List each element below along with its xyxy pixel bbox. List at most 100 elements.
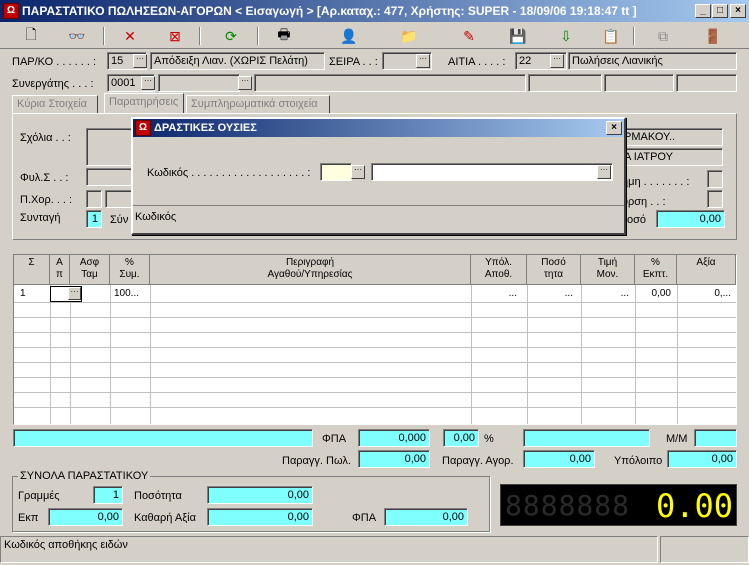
poso-field[interactable]: 0,00 xyxy=(656,210,725,228)
row-apoth: ... xyxy=(508,288,517,299)
synergatis-extra-field xyxy=(254,74,526,92)
ursi-label: υρση . . : xyxy=(622,196,666,208)
seira-label: ΣΕΙΡΑ . . : xyxy=(329,56,378,68)
synergatis-lookup-button[interactable]: ··· xyxy=(141,76,155,90)
status-text: Κωδικός αποθήκης ειδών xyxy=(0,536,658,563)
fyl-label: Φυλ.Σ . . : xyxy=(20,172,69,184)
mm-label: Μ/Μ xyxy=(666,433,688,445)
row-timi: ... xyxy=(620,288,629,299)
grid-header-ap[interactable]: Α π xyxy=(50,255,70,285)
window-title: ΠΑΡΑΣΤΑΤΙΚΟ ΠΩΛΗΣΕΩΝ-ΑΓΟΡΩΝ < Εισαγωγή >… xyxy=(22,4,637,18)
print-icon[interactable]: 🖶 xyxy=(271,25,297,47)
kodikos-lookup-button[interactable]: ··· xyxy=(351,165,365,179)
led-total-display: 8888888 0.00 xyxy=(500,484,737,526)
grid-header-asf[interactable]: Ασφ Ταμ xyxy=(70,255,110,285)
parag-agor-label: Παραγγ. Αγορ. xyxy=(442,455,514,467)
row-s: 1 xyxy=(20,288,26,299)
person-icon[interactable]: 👤 xyxy=(336,25,362,47)
refresh-icon[interactable]: ⟳ xyxy=(218,25,244,47)
synergatis-desc-field xyxy=(158,74,240,92)
ypoloipo-field: 0,00 xyxy=(667,450,737,468)
download-arrow-icon[interactable]: ⇩ xyxy=(553,25,579,47)
fpa-field: 0,000 xyxy=(358,429,430,447)
parag-pol-field: 0,00 xyxy=(358,450,430,468)
tab-supplementary[interactable]: Συμπληρωματικά στοιχεία xyxy=(186,95,330,114)
synergatis-label: Συνεργάτης . . . : xyxy=(12,78,94,90)
items-grid[interactable]: Σ Α π Ασφ Ταμ % Συμ. Περιγραφή Αγαθού/Υπ… xyxy=(13,254,737,425)
extra-field-2 xyxy=(604,74,674,92)
led-inactive-digits: 8888888 xyxy=(505,489,631,522)
minimize-button[interactable]: _ xyxy=(695,4,711,18)
pxor-field[interactable] xyxy=(86,190,102,208)
extra-field-3 xyxy=(676,74,737,92)
new-document-icon[interactable]: 🗋 xyxy=(18,25,44,47)
grid-header-axia[interactable]: Αξία xyxy=(677,255,736,285)
drastikes-ousies-dialog: Ω ΔΡΑΣΤΙΚΕΣ ΟΥΣΙΕΣ × Κωδικός . . . . . .… xyxy=(131,117,626,235)
sxolia-field[interactable] xyxy=(86,128,136,166)
delete-icon[interactable]: ✕ xyxy=(117,25,143,47)
parko-desc-field: Απόδειξη Λιαν. (ΧΩΡΙΣ Πελάτη) xyxy=(150,52,325,70)
posotita-field: 0,00 xyxy=(207,486,313,504)
row-posotita: ... xyxy=(564,288,573,299)
summary-title: ΣΥΝΟΛΑ ΠΑΡΑΣΤΑΤΙΚΟΥ xyxy=(18,470,151,482)
fyl-field[interactable] xyxy=(86,168,136,186)
dialog-title-bar: Ω ΔΡΑΣΤΙΚΕΣ ΟΥΣΙΕΣ × xyxy=(133,119,624,137)
parko-label: ΠΑΡ/ΚΟ . . . . . . : xyxy=(12,56,97,68)
syn-label: Σύν xyxy=(110,214,129,226)
dialog-title: ΔΡΑΣΤΙΚΕΣ ΟΥΣΙΕΣ xyxy=(154,122,257,134)
seira-lookup-button[interactable]: ··· xyxy=(416,54,430,68)
dialog-close-button[interactable]: × xyxy=(606,121,622,135)
dialog-status-text: Κωδικός xyxy=(135,211,177,223)
ekp-field: 0,00 xyxy=(48,508,123,526)
grid-header-s[interactable]: Σ xyxy=(14,255,50,285)
fpa-pct-field: 0,00 xyxy=(443,429,479,447)
folder-icon[interactable]: 📁 xyxy=(396,25,422,47)
grid-header-timi[interactable]: Τιμή Μον. xyxy=(581,255,635,285)
kodikos-desc-field xyxy=(371,163,613,181)
row-ap-lookup-button[interactable]: ··· xyxy=(68,287,81,300)
imi-field[interactable] xyxy=(707,170,723,188)
paste-icon[interactable]: 📋 xyxy=(598,25,624,47)
save-icon[interactable]: 💾 xyxy=(505,25,531,47)
sxolia-label: Σχόλια . . : xyxy=(20,132,71,144)
grid-header-sym[interactable]: % Συμ. xyxy=(110,255,150,285)
tab-notes[interactable]: Παρατηρήσεις xyxy=(104,93,184,114)
grid-header-ekpt[interactable]: % Εκπτ. xyxy=(635,255,677,285)
totals-extra-field xyxy=(523,429,650,447)
grammes-field: 1 xyxy=(93,486,123,504)
grid-header-posotita[interactable]: Ποσό τητα xyxy=(527,255,581,285)
imi-label: ημη . . . . . . . : xyxy=(622,176,690,188)
grid-header-perigrafi[interactable]: Περιγραφή Αγαθού/Υπηρεσίας xyxy=(150,255,471,285)
pct-label: % xyxy=(484,433,494,445)
kodikos-field[interactable] xyxy=(320,163,352,181)
binoculars-icon[interactable]: 👓 xyxy=(64,25,90,47)
synergatis-extra-button[interactable]: ··· xyxy=(238,76,252,90)
status-panel-2 xyxy=(660,536,749,563)
grammes-label: Γραμμές xyxy=(18,490,60,502)
syntagi-field[interactable]: 1 xyxy=(86,210,102,228)
maximize-button[interactable]: □ xyxy=(712,4,728,18)
copy-icon[interactable]: ⧉ xyxy=(650,25,676,47)
posotita-label: Ποσότητα xyxy=(134,490,182,502)
parko-lookup-button[interactable]: ··· xyxy=(133,54,147,68)
parag-agor-field: 0,00 xyxy=(523,450,595,468)
aitia-desc-field: Πωλήσεις Λιανικής xyxy=(568,52,737,70)
kathari-field: 0,00 xyxy=(207,508,313,526)
row-axia: 0,... xyxy=(714,288,731,299)
grid-header-ypol[interactable]: Υπόλ. Αποθ. xyxy=(471,255,527,285)
exit-icon[interactable]: 🚪 xyxy=(700,25,726,47)
aitia-lookup-button[interactable]: ··· xyxy=(550,54,564,68)
ursi-field[interactable] xyxy=(707,190,723,208)
poso-label: οσό xyxy=(627,214,647,226)
row-ekpt: 0,00 xyxy=(651,288,671,299)
parag-pol-label: Παραγγ. Πωλ. xyxy=(282,455,351,467)
extra-field-1 xyxy=(528,74,602,92)
kodikos-desc-lookup-button[interactable]: ··· xyxy=(597,165,611,179)
pen-icon[interactable]: ✎ xyxy=(456,25,482,47)
cancel-icon[interactable]: ⊠ xyxy=(162,25,188,47)
toolbar: 🗋 👓 ✕ ⊠ ⟳ 🖶 👤 📁 ✎ 💾 ⇩ 📋 ⧉ 🚪 xyxy=(0,23,749,49)
iatrou-field: Α ΙΑΤΡΟΥ xyxy=(620,148,723,166)
tab-main[interactable]: Κύρια Στοιχεία xyxy=(12,95,98,114)
dialog-app-icon: Ω xyxy=(135,120,151,136)
close-button[interactable]: × xyxy=(730,4,746,18)
